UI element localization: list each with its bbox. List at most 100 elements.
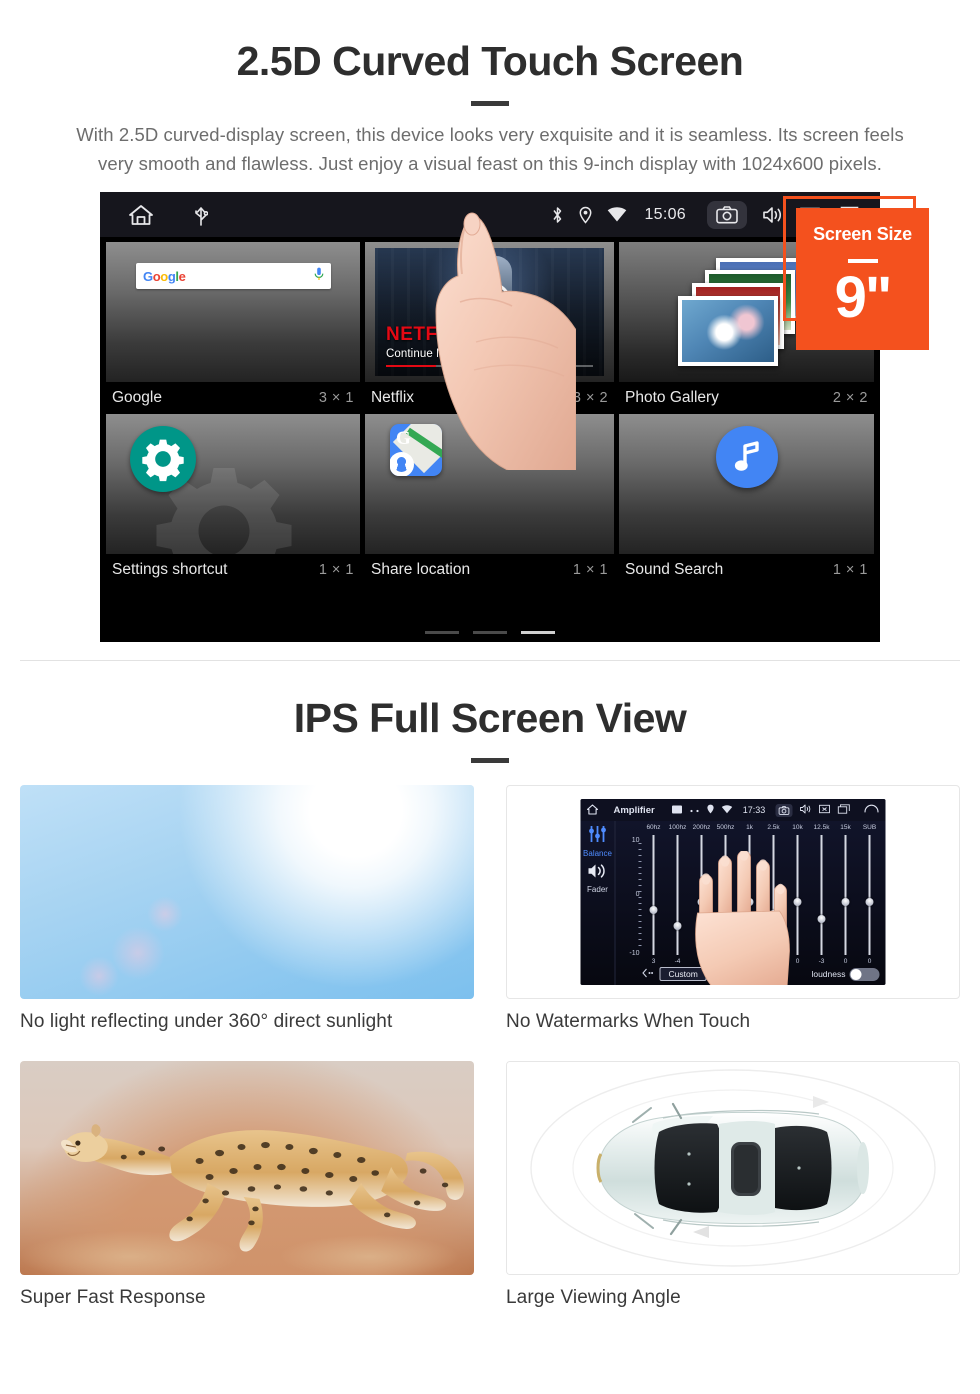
widget-share-location[interactable]: G Share location 1 × 1 xyxy=(364,414,615,586)
eq-value: 0 xyxy=(867,958,872,966)
feature-card-sunlight: No light reflecting under 360° direct su… xyxy=(20,785,474,1033)
amplifier-device-screen: Amplifier 17:33 Balance Fader 60hz 100hz… xyxy=(580,799,886,986)
feature-card-viewing-angle: Large Viewing Angle xyxy=(506,1061,960,1309)
eq-slider[interactable] xyxy=(642,835,666,956)
eq-slider[interactable] xyxy=(810,835,834,956)
widget-size: 2 × 2 xyxy=(832,390,868,407)
home-icon[interactable] xyxy=(586,804,599,817)
page-dot-1[interactable] xyxy=(425,631,459,635)
card-caption: Super Fast Response xyxy=(20,1287,206,1309)
page-dot-3-active[interactable] xyxy=(521,631,555,635)
volume-icon[interactable] xyxy=(799,804,811,816)
eq-value: -3 xyxy=(818,958,825,966)
widget-sound-search[interactable]: Sound Search 1 × 1 xyxy=(619,414,874,586)
open-hand-illustration xyxy=(686,849,806,986)
google-logo: Google xyxy=(143,268,186,284)
widget-size: 1 × 1 xyxy=(318,562,354,579)
curved-touch-screen-section: 2.5D Curved Touch Screen With 2.5D curve… xyxy=(0,0,980,643)
sunlight-sky-photo xyxy=(20,785,474,1000)
scale-bottom-value: -10 xyxy=(629,950,640,958)
balance-label[interactable]: Balance xyxy=(581,849,615,858)
music-note-icon[interactable] xyxy=(715,426,778,489)
screen-size-badge: Screen Size 9" xyxy=(796,208,929,350)
page-title: 2.5D Curved Touch Screen xyxy=(236,38,744,84)
lens-flare xyxy=(110,926,165,981)
chevron-left-icon[interactable] xyxy=(642,965,654,983)
gallery-icon xyxy=(672,805,683,816)
back-arrow-icon[interactable] xyxy=(864,804,880,816)
android-device-preview: 15:06 Google Google 3 × 1 NETFLIX Contin… xyxy=(100,192,880,643)
loudness-control[interactable]: loudness xyxy=(811,967,880,981)
card-caption: Large Viewing Angle xyxy=(506,1287,681,1309)
card-caption: No Watermarks When Touch xyxy=(506,1011,751,1033)
wifi-icon xyxy=(721,804,733,816)
section-2-title: IPS Full Screen View xyxy=(293,695,687,742)
usb-icon xyxy=(194,204,208,226)
widget-name: Photo Gallery xyxy=(625,389,719,407)
fader-label[interactable]: Fader xyxy=(581,885,615,894)
widget-name: Sound Search xyxy=(625,561,724,579)
widget-google[interactable]: Google Google 3 × 1 xyxy=(106,242,360,414)
speaker-icon[interactable] xyxy=(581,863,615,884)
camera-icon[interactable] xyxy=(707,200,747,229)
camera-icon[interactable] xyxy=(775,803,793,817)
cheetah-illustration xyxy=(20,1124,465,1276)
home-icon[interactable] xyxy=(128,203,154,227)
loudness-toggle[interactable] xyxy=(849,967,880,981)
widget-label: Sound Search 1 × 1 xyxy=(619,554,874,586)
sound-search-widget[interactable] xyxy=(619,414,874,555)
play-triangle-icon xyxy=(484,295,499,314)
band-label: SUB xyxy=(862,824,877,832)
frequency-band-labels: 60hz 100hz 200hz 500hz 1k 2.5k 10k 12.5k… xyxy=(616,821,886,831)
page-subtitle: With 2.5D curved-display screen, this de… xyxy=(76,124,904,175)
widget-label: Settings shortcut 1 × 1 xyxy=(106,554,360,586)
band-label: 200hz xyxy=(692,824,711,832)
microphone-icon[interactable] xyxy=(314,267,324,286)
amplifier-title: Amplifier xyxy=(613,804,655,816)
feature-card-grid: No light reflecting under 360° direct su… xyxy=(20,785,960,1309)
photo-frame-front xyxy=(677,296,778,367)
sliders-icon[interactable] xyxy=(581,825,615,848)
status-bar: 15:06 xyxy=(100,192,880,238)
play-button[interactable] xyxy=(467,282,512,327)
eq-value: 0 xyxy=(843,958,848,966)
widget-label: Netflix 3 × 2 xyxy=(365,382,614,414)
widget-row-2: Settings shortcut 1 × 1 G Share location… xyxy=(106,414,874,586)
recent-apps-icon[interactable] xyxy=(837,804,850,816)
location-pin-icon xyxy=(707,804,715,816)
band-label: 15k xyxy=(840,824,851,832)
band-label: 12.5k xyxy=(813,824,830,832)
widget-size: 1 × 1 xyxy=(832,562,868,579)
widget-settings-shortcut[interactable]: Settings shortcut 1 × 1 xyxy=(106,414,360,586)
gear-icon[interactable] xyxy=(130,426,196,493)
band-label: 60hz xyxy=(646,824,661,832)
car-canvas xyxy=(507,1062,959,1275)
person-avatar-icon xyxy=(389,452,414,477)
page-indicator[interactable] xyxy=(425,631,555,635)
google-g-letter: G xyxy=(395,428,411,450)
widget-netflix[interactable]: NETFLIX Continue Marvel's Daredevil Netf… xyxy=(364,242,615,414)
eq-slider[interactable] xyxy=(858,835,882,956)
car-headlight-glow xyxy=(443,309,470,320)
widget-label: Share location 1 × 1 xyxy=(365,554,614,586)
widget-label: Google 3 × 1 xyxy=(106,382,360,414)
amplifier-sidebar: Balance Fader xyxy=(581,821,615,985)
google-search-bar-widget[interactable]: Google xyxy=(106,242,360,383)
google-maps-icon[interactable]: G xyxy=(389,424,442,477)
netflix-widget[interactable]: NETFLIX Continue Marvel's Daredevil xyxy=(364,242,615,383)
settings-shortcut-widget[interactable] xyxy=(106,414,360,555)
share-location-widget[interactable]: G xyxy=(364,414,615,555)
netflix-caption: Continue Marvel's Daredevil xyxy=(385,348,533,361)
section-2-underline xyxy=(471,758,509,764)
search-input[interactable]: Google xyxy=(136,263,331,290)
wifi-icon xyxy=(607,206,627,223)
eq-value: 3 xyxy=(651,958,656,966)
amplifier-equalizer-screen: Amplifier 17:33 Balance Fader 60hz 100hz… xyxy=(506,785,960,1000)
page-dot-2[interactable] xyxy=(473,631,507,635)
volume-icon[interactable] xyxy=(762,206,784,224)
close-box-icon[interactable] xyxy=(818,804,830,816)
loudness-label: loudness xyxy=(811,969,846,980)
netflix-thumbnail: NETFLIX Continue Marvel's Daredevil xyxy=(374,248,605,377)
eq-slider[interactable] xyxy=(834,835,858,956)
band-label: 500hz xyxy=(716,824,735,832)
